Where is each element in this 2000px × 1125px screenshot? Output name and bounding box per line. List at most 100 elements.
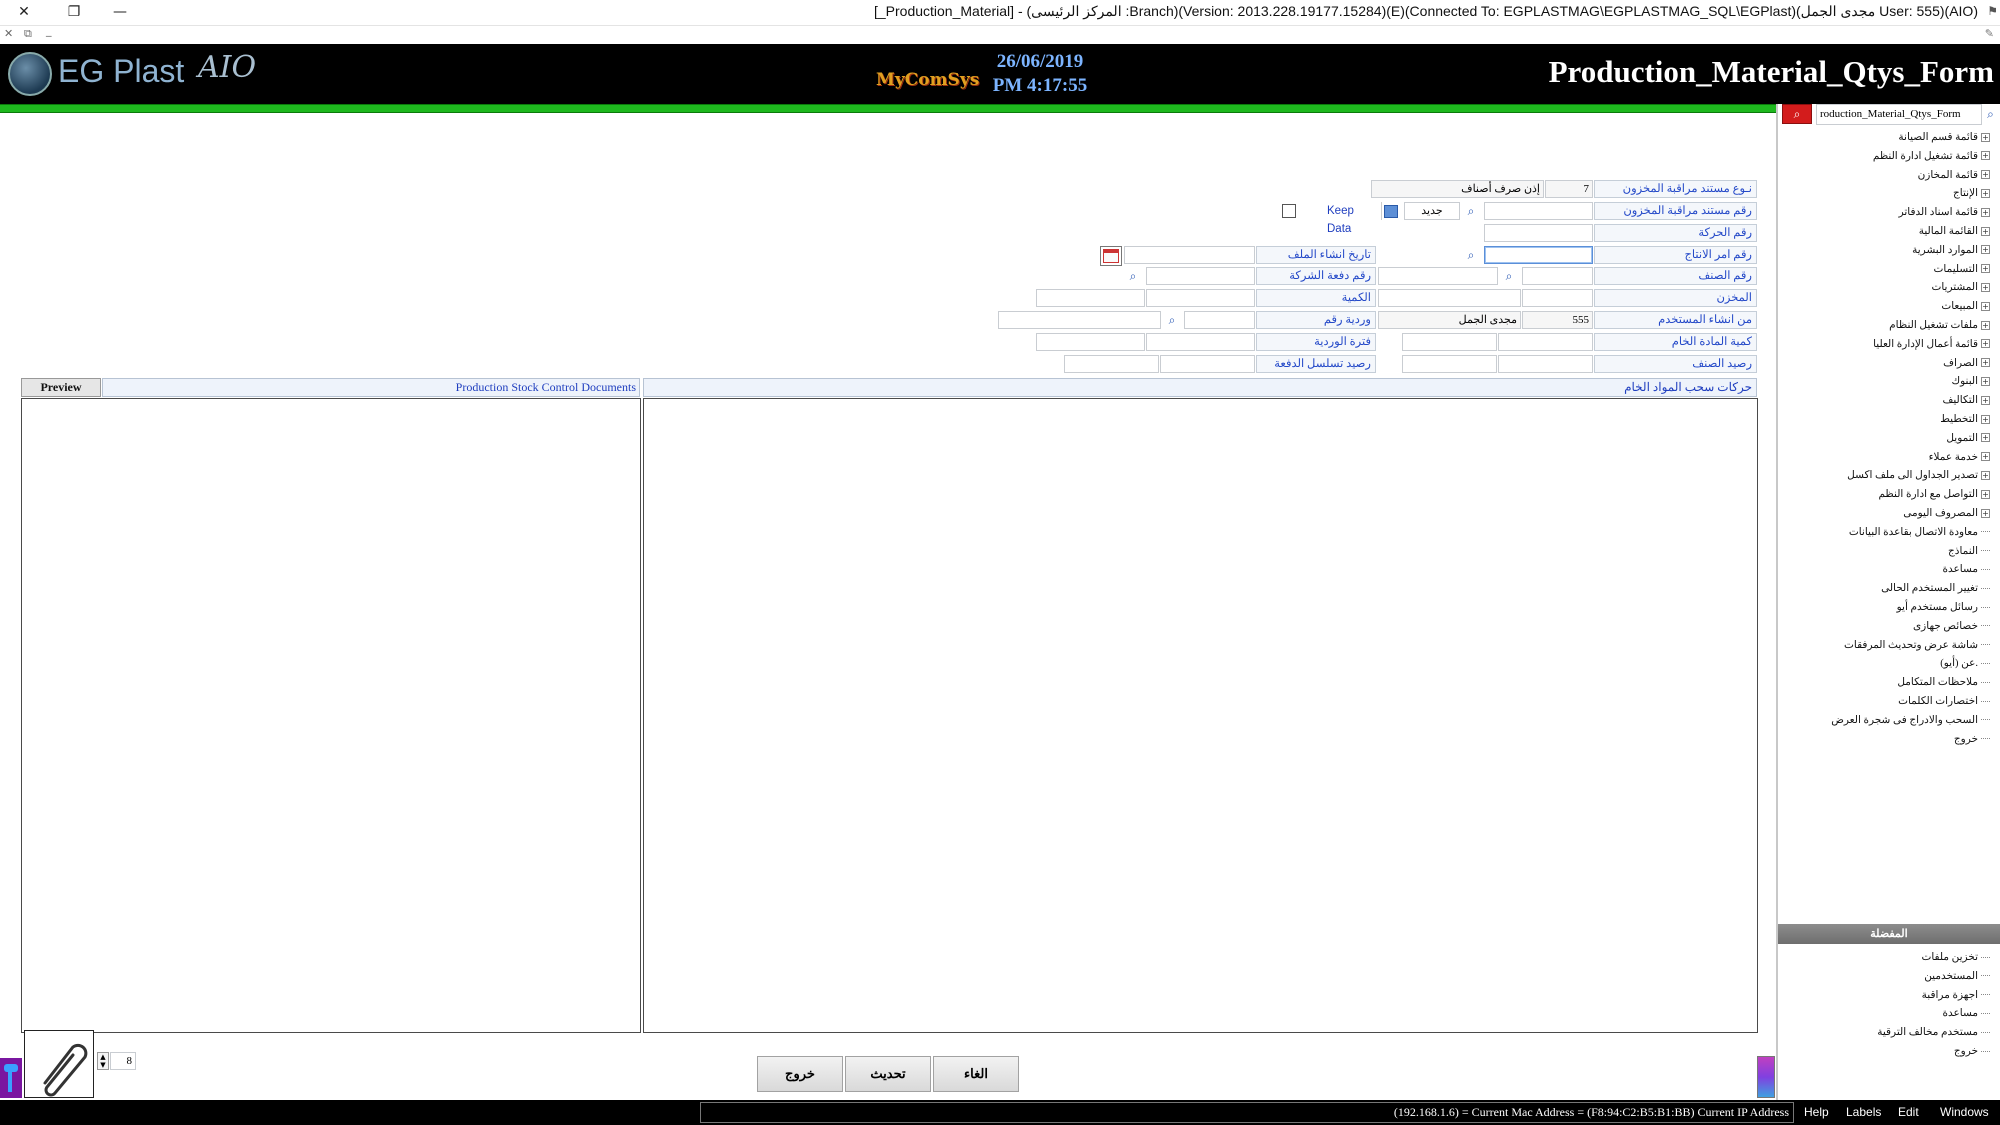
expand-icon[interactable]: + (1981, 452, 1990, 462)
favorite-item[interactable]: المستخدمين (1924, 967, 1990, 985)
expand-icon[interactable]: + (1981, 282, 1990, 292)
expand-icon[interactable]: + (1981, 508, 1990, 518)
expand-icon[interactable]: + (1981, 376, 1990, 386)
documents-list-panel[interactable] (21, 398, 641, 1033)
keep-data-checkbox[interactable] (1282, 204, 1296, 218)
expand-icon[interactable]: + (1981, 132, 1990, 142)
tree-item[interactable]: القائمة المالية + (1919, 222, 1990, 240)
doc-no-search-icon[interactable]: ⌕ (1462, 202, 1480, 220)
tree-item[interactable]: النماذج (1948, 542, 1990, 560)
company-batch-search-icon[interactable]: ⌕ (1124, 267, 1142, 285)
tree-item[interactable]: التسليمات + (1934, 260, 1990, 278)
expand-icon[interactable]: + (1981, 207, 1990, 217)
doc-no-input[interactable] (1484, 202, 1593, 220)
expand-icon[interactable]: + (1981, 433, 1990, 443)
movement-no-input[interactable] (1484, 224, 1593, 242)
tree-item[interactable]: تصدير الجداول الى ملف اكسل + (1847, 466, 1990, 484)
tree-item[interactable]: السحب والادراج فى شجرة العرض (1831, 711, 1990, 729)
menu-find-icon[interactable]: ⌕ (1982, 105, 1999, 124)
shift-name-input[interactable] (998, 311, 1161, 329)
calendar-icon[interactable] (1100, 246, 1122, 266)
store-name-input[interactable] (1378, 289, 1521, 307)
item-no-input[interactable] (1522, 267, 1593, 285)
expand-icon[interactable]: + (1981, 245, 1990, 255)
child-close-button[interactable]: ✕ (4, 27, 13, 40)
window-close-button[interactable]: ✕ (0, 0, 48, 24)
menu-labels[interactable]: Labels (1846, 1105, 1881, 1119)
expand-icon[interactable]: + (1981, 170, 1990, 180)
expand-icon[interactable]: + (1981, 339, 1990, 349)
menu-edit[interactable]: Edit (1898, 1105, 1919, 1119)
production-order-search-icon[interactable]: ⌕ (1462, 246, 1480, 264)
batch-serial-balance-input[interactable] (1160, 355, 1255, 373)
menu-windows[interactable]: Windows (1940, 1105, 1989, 1119)
expand-icon[interactable]: + (1981, 151, 1990, 161)
favorite-item[interactable]: اجهزة مراقبة (1922, 986, 1990, 1004)
tree-item[interactable]: تغيير المستخدم الحالى (1881, 579, 1990, 597)
shift-period-to[interactable] (1036, 333, 1145, 351)
expand-icon[interactable]: + (1981, 264, 1990, 274)
shift-period-from[interactable] (1146, 333, 1255, 351)
item-balance-unit-input[interactable] (1402, 355, 1497, 373)
shift-search-icon[interactable]: ⌕ (1163, 311, 1181, 329)
preview-tab[interactable]: Preview (21, 378, 101, 397)
attachment-icon[interactable] (24, 1030, 94, 1098)
tree-item[interactable]: عن (أيو). (1940, 654, 1990, 672)
child-minimize-button[interactable]: _ (46, 24, 52, 37)
shift-no-input[interactable] (1184, 311, 1255, 329)
expand-icon[interactable]: + (1981, 414, 1990, 424)
file-date-input[interactable] (1124, 246, 1255, 264)
store-code-input[interactable] (1522, 289, 1593, 307)
raw-qty-input[interactable] (1498, 333, 1593, 351)
item-name-input[interactable] (1378, 267, 1498, 285)
expand-icon[interactable]: + (1981, 470, 1990, 480)
tree-item[interactable]: مساعدة (1943, 560, 1990, 578)
tree-item[interactable]: ملاحظات المتكامل (1897, 673, 1990, 691)
expand-icon[interactable]: + (1981, 395, 1990, 405)
scroll-handle-icon[interactable] (1757, 1056, 1775, 1098)
tree-item[interactable]: ملفات تشغيل النظام + (1889, 316, 1990, 334)
company-batch-input[interactable] (1146, 267, 1255, 285)
child-restore-button[interactable]: ⧉ (24, 27, 32, 41)
batch-serial-balance-unit[interactable] (1064, 355, 1159, 373)
item-balance-input[interactable] (1498, 355, 1593, 373)
menu-search-button[interactable]: ⌕ (1782, 104, 1812, 124)
expand-icon[interactable]: + (1981, 358, 1990, 368)
tree-item[interactable]: خروج (1954, 730, 1990, 748)
tree-item[interactable]: الصراف + (1943, 354, 1990, 372)
exit-button[interactable]: خروج (757, 1056, 843, 1092)
new-button[interactable]: جديد (1404, 202, 1460, 220)
tree-item[interactable]: شاشة عرض وتحديث المرفقات (1844, 636, 1990, 654)
doc-type-code[interactable]: 7 (1545, 180, 1593, 198)
quantity-unit-input[interactable] (1036, 289, 1145, 307)
tree-item[interactable]: التمويل + (1946, 429, 1990, 447)
expand-icon[interactable]: + (1981, 226, 1990, 236)
tree-item[interactable]: قائمة قسم الصيانة + (1898, 128, 1990, 146)
side-tab-icon[interactable] (0, 1058, 22, 1098)
expand-icon[interactable]: + (1981, 301, 1990, 311)
raw-qty-unit-input[interactable] (1402, 333, 1497, 351)
cancel-button[interactable]: الغاء (933, 1056, 1019, 1092)
expand-icon[interactable]: + (1981, 489, 1990, 499)
tree-item[interactable]: قائمة المخازن + (1918, 166, 1990, 184)
expand-icon[interactable]: + (1981, 320, 1990, 330)
tree-item[interactable]: قائمة اسناد الدفاتر + (1899, 203, 1990, 221)
tree-item[interactable]: رسائل مستخدم أيو (1897, 598, 1990, 616)
tree-item[interactable]: التواصل مع ادارة النظم + (1878, 485, 1990, 503)
tree-item[interactable]: الإنتاج + (1953, 184, 1990, 202)
refresh-button[interactable]: تحديث (845, 1056, 931, 1092)
created-by-code[interactable]: 555 (1522, 311, 1593, 329)
created-by-name[interactable]: مجدى الجمل (1378, 311, 1521, 329)
window-restore-button[interactable]: ❐ (50, 0, 98, 24)
tree-item[interactable]: المصروف اليومى + (1903, 504, 1990, 522)
pager-spinner[interactable]: ▲ ▼ (97, 1052, 109, 1070)
doc-type-name[interactable]: إذن صرف أصناف (1371, 180, 1544, 198)
raw-material-movements-grid[interactable] (643, 398, 1758, 1033)
favorite-item[interactable]: تخزين ملفات (1921, 948, 1990, 966)
tree-item[interactable]: اختصارات الكلمات (1898, 692, 1990, 710)
window-minimize-button[interactable]: — (96, 0, 144, 24)
favorite-item[interactable]: مستخدم مخالف الترقية (1877, 1023, 1990, 1041)
tree-item[interactable]: المشتريات + (1931, 278, 1990, 296)
tree-item[interactable]: قائمة تشغيل ادارة النظم + (1873, 147, 1990, 165)
tree-item[interactable]: الموارد البشرية + (1912, 241, 1990, 259)
